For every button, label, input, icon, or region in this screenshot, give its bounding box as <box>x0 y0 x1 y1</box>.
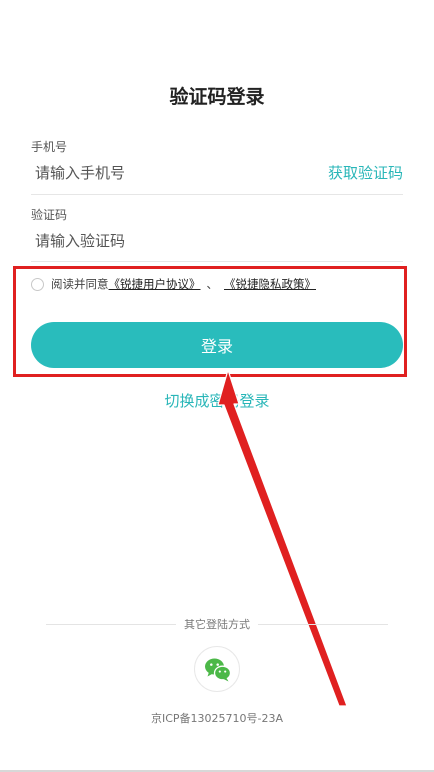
icp-footer: 京ICP备13025710号-23A <box>150 712 284 725</box>
login-screen: 验证码登录 手机号 获取验证码 验证码 阅读并同意 《锐捷用户协议》 、 《锐捷… <box>0 0 434 772</box>
user-agreement-link[interactable]: 《锐捷用户协议》 <box>109 276 201 292</box>
code-input[interactable] <box>31 227 315 255</box>
login-button[interactable]: 登录 <box>31 322 403 368</box>
agreement-prefix: 阅读并同意 <box>51 277 109 291</box>
phone-label: 手机号 <box>31 140 68 154</box>
switch-to-password-login-link[interactable]: 切换成密码登录 <box>0 390 434 411</box>
other-login-label: 其它登陆方式 <box>184 618 250 631</box>
privacy-policy-link[interactable]: 《锐捷隐私政策》 <box>224 276 316 292</box>
get-code-button[interactable]: 获取验证码 <box>328 162 403 183</box>
phone-input[interactable] <box>31 159 315 187</box>
agreement-checkbox[interactable] <box>31 277 44 291</box>
phone-divider <box>31 194 403 195</box>
wechat-login-button[interactable] <box>194 646 240 692</box>
agreement-separator: 、 <box>206 277 219 291</box>
page-title: 验证码登录 <box>169 86 265 108</box>
wechat-icon <box>205 658 232 682</box>
agreement-row: 阅读并同意 《锐捷用户协议》 、 《锐捷隐私政策》 <box>31 276 316 292</box>
other-login-line-left <box>46 623 176 625</box>
other-login-divider: 其它登陆方式 <box>46 616 388 632</box>
code-label: 验证码 <box>31 208 68 222</box>
other-login-line-right <box>258 623 388 625</box>
code-divider <box>31 261 403 262</box>
